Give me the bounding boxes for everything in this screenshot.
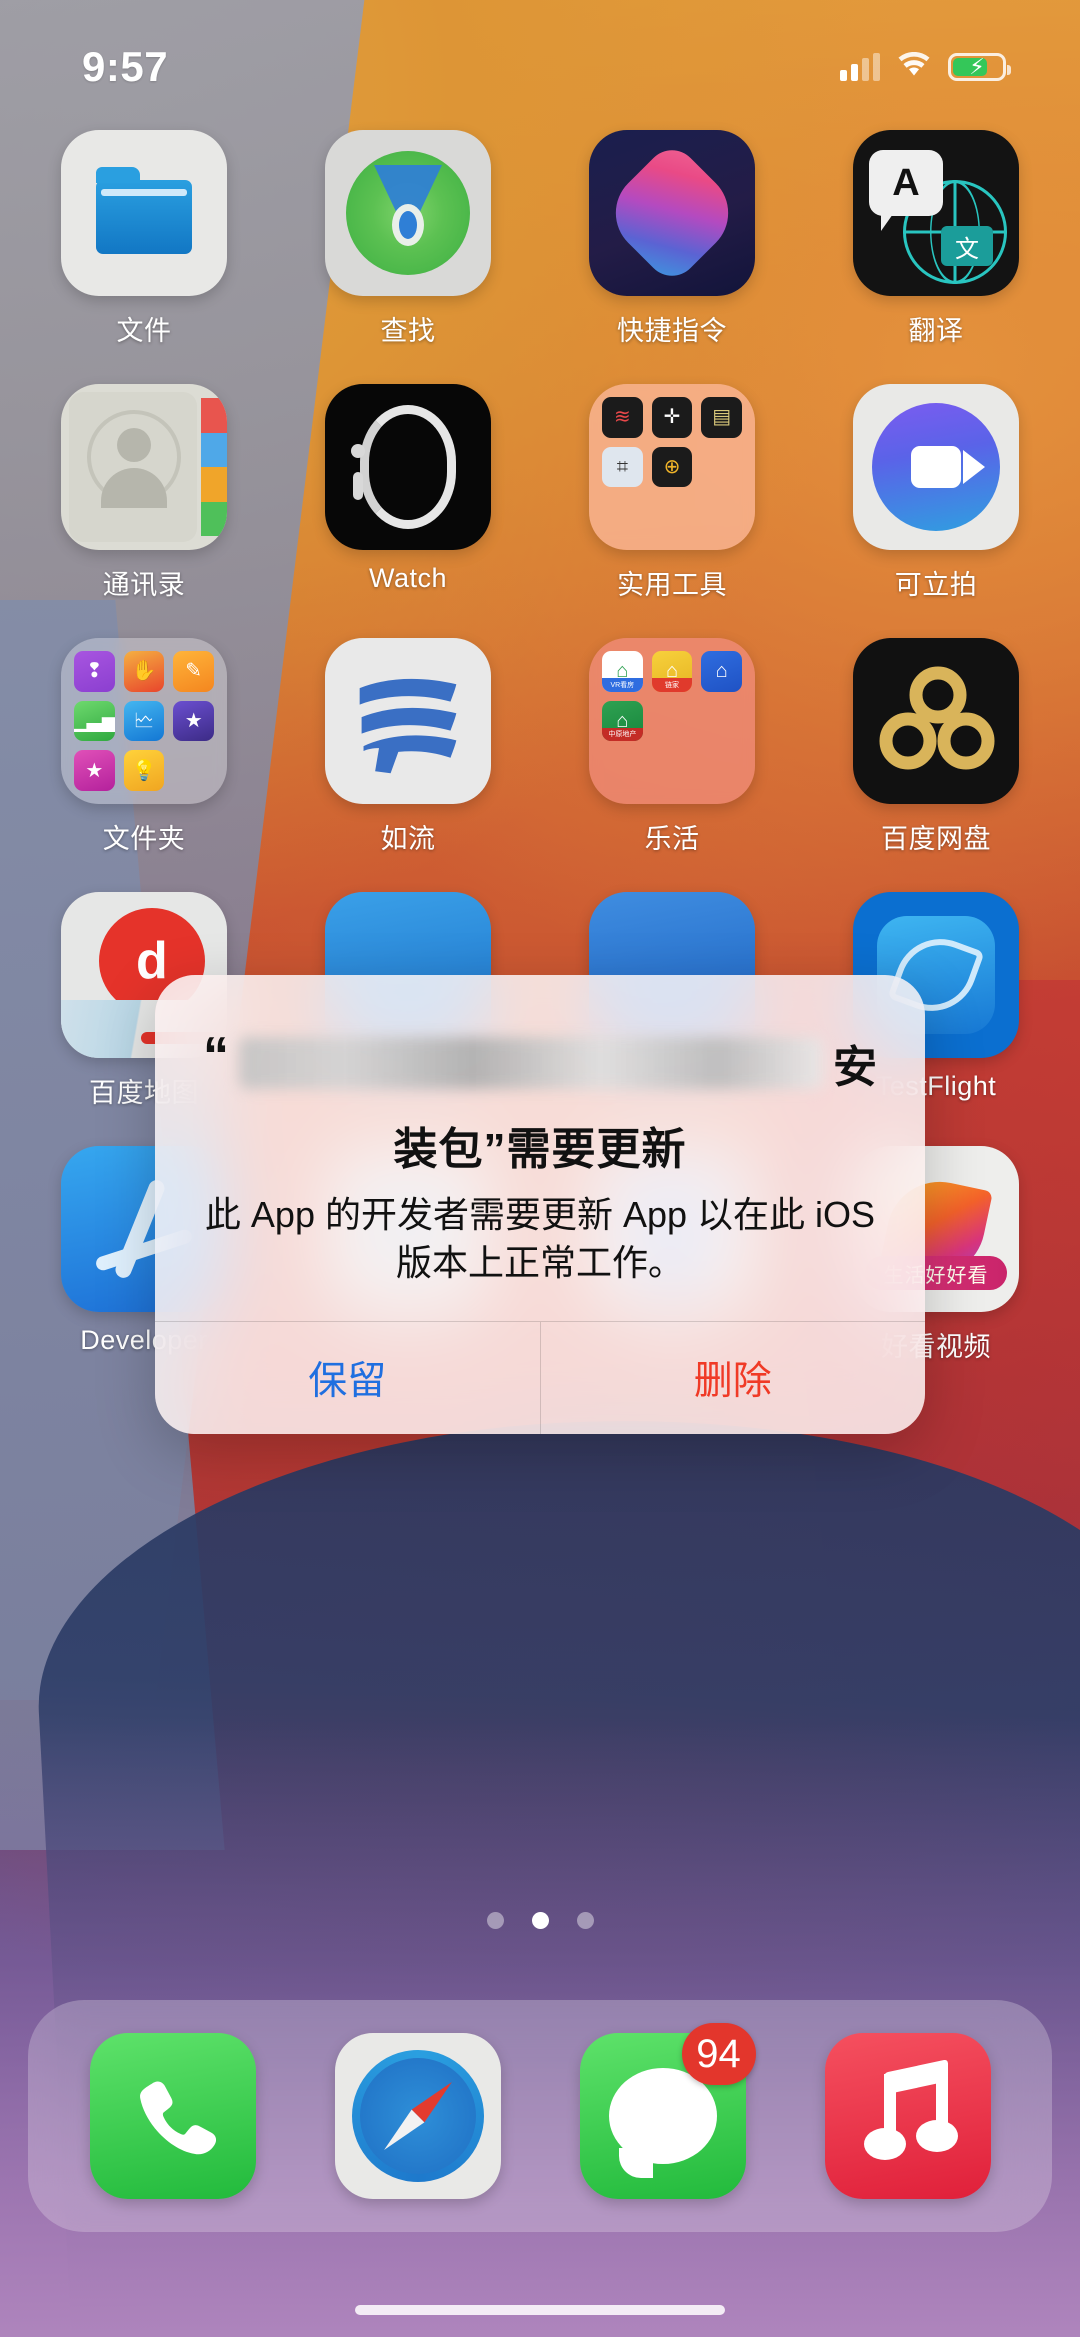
dock-app-music[interactable] — [824, 2033, 991, 2199]
pages-mini-icon: ✎ — [173, 651, 214, 692]
lianjia-mini-icon: ⌂ 链家 — [651, 651, 693, 692]
contacts-app-icon[interactable] — [61, 384, 227, 550]
app-clips[interactable]: 可立拍 — [836, 384, 1036, 602]
app-ruliu[interactable]: 如流 — [308, 638, 508, 856]
app-label: 文件 — [116, 316, 172, 346]
app-label: 如流 — [380, 824, 436, 854]
garageband-mini-icon: ✋ — [123, 651, 165, 692]
app-contacts[interactable]: 通讯录 — [44, 384, 244, 602]
home-indicator[interactable] — [355, 2305, 725, 2315]
clips-app-icon[interactable] — [853, 384, 1019, 550]
folder-utilities[interactable]: ≋ ✛ ▤ ⌗ ⊕ 实用工具 — [572, 384, 772, 602]
app-label: 快捷指令 — [617, 316, 727, 346]
app-label: 文件夹 — [102, 824, 186, 854]
podcasts-mini-icon: ❢ — [74, 651, 115, 692]
imovie-mini-icon: ★ — [173, 700, 214, 742]
dock-app-safari[interactable] — [334, 2033, 501, 2199]
voice-memos-mini-icon: ≋ — [602, 397, 643, 438]
keynote-mini-icon: 🗠 — [123, 700, 165, 742]
app-label: Watch — [368, 563, 447, 593]
ideas-mini-icon: 💡 — [123, 750, 165, 791]
app-label: 实用工具 — [617, 570, 727, 600]
status-bar-indicators: ⚡ — [840, 51, 1011, 83]
app-findmy[interactable]: 查找 — [308, 130, 508, 348]
shortcuts-app-icon[interactable] — [589, 130, 755, 296]
zhongyuan-mini-icon: ⌂ 中原地产 — [602, 700, 643, 742]
app-watch[interactable]: Watch — [308, 384, 508, 602]
app-row-1: 文件 查找 快捷指令 文A 翻译 — [44, 130, 1036, 348]
app-update-alert-dialog: “ 安 装包”需要更新 此 App 的开发者需要更新 App 以在此 iOS 版… — [155, 975, 926, 1435]
calculator-mini-icon: ⌗ — [602, 446, 643, 488]
app-label: 通讯录 — [102, 570, 186, 600]
phone-app-icon[interactable] — [89, 2033, 256, 2199]
dock-app-messages[interactable]: 94 — [579, 2023, 756, 2199]
app-label: 可立拍 — [894, 570, 978, 600]
magnifier-mini-icon: ⊕ — [651, 446, 693, 488]
alert-body: “ 安 装包”需要更新 此 App 的开发者需要更新 App 以在此 iOS 版… — [155, 975, 925, 1321]
app-translate[interactable]: 文A 翻译 — [836, 130, 1036, 348]
measure-mini-icon: ▤ — [701, 397, 742, 438]
dock-app-phone[interactable] — [89, 2033, 256, 2199]
app-row-3: ❢ ✋ ✎ ▁▃▅ 🗠 ★ ★ 💡 文件夹 如流 ⌂ VR看房 ⌂ 链家 ⌂ ⌂… — [44, 638, 1036, 856]
files-app-icon[interactable] — [61, 130, 227, 296]
alert-redacted-app-name — [239, 1037, 823, 1089]
folder-lehuo[interactable]: ⌂ VR看房 ⌂ 链家 ⌂ ⌂ 中原地产 乐活 — [572, 638, 772, 856]
beike-mini-icon: ⌂ — [701, 651, 742, 692]
utilities-folder-icon[interactable]: ≋ ✛ ▤ ⌗ ⊕ — [589, 384, 755, 550]
app-baidu-netdisk[interactable]: 百度网盘 — [836, 638, 1036, 856]
page-indicator-dots[interactable] — [0, 1912, 1080, 1929]
app-shortcuts[interactable]: 快捷指令 — [572, 130, 772, 348]
folder-apps[interactable]: ❢ ✋ ✎ ▁▃▅ 🗠 ★ ★ 💡 文件夹 — [44, 638, 244, 856]
messages-unread-badge: 94 — [681, 2023, 756, 2085]
itunes-u-mini-icon: ★ — [74, 750, 115, 791]
page-dot-2-active[interactable] — [531, 1912, 549, 1929]
app-files[interactable]: 文件 — [44, 130, 244, 348]
vr-home-mini-icon: ⌂ VR看房 — [602, 651, 643, 692]
status-bar: 9:57 ⚡ — [0, 0, 1080, 108]
delete-button[interactable]: 删除 — [541, 1322, 926, 1434]
alert-title-line-1: “ 安 — [203, 1015, 877, 1111]
app-label: 百度网盘 — [881, 824, 991, 854]
alert-message: 此 App 的开发者需要更新 App 以在此 iOS 版本上正常工作。 — [204, 1194, 876, 1284]
app-label: 查找 — [380, 316, 436, 346]
numbers-mini-icon: ▁▃▅ — [74, 700, 115, 742]
music-app-icon[interactable] — [824, 2033, 991, 2199]
alert-title-tail: 安 — [833, 1043, 877, 1092]
compass-mini-icon: ✛ — [651, 397, 693, 438]
alert-buttons: 保留 删除 — [155, 1321, 926, 1435]
status-bar-clock: 9:57 — [82, 43, 169, 90]
apps-folder-icon[interactable]: ❢ ✋ ✎ ▁▃▅ 🗠 ★ ★ 💡 — [61, 638, 227, 804]
dock: 94 — [28, 2000, 1052, 2232]
iphone-home-screen: 9:57 ⚡ 文件 查找 快捷指令 文 A 翻译 通讯录 Watch ≋ ✛ ▤… — [0, 0, 1080, 2337]
watch-app-icon[interactable] — [325, 384, 491, 550]
app-label: 翻译 — [908, 316, 964, 346]
safari-app-icon[interactable] — [334, 2033, 501, 2199]
app-row-2: 通讯录 Watch ≋ ✛ ▤ ⌗ ⊕ 实用工具 可立拍 — [44, 384, 1036, 602]
battery-charging-icon: ⚡ — [948, 53, 1011, 81]
keep-button[interactable]: 保留 — [155, 1322, 541, 1435]
page-dot-3[interactable] — [576, 1912, 594, 1929]
baidu-netdisk-app-icon[interactable] — [853, 638, 1019, 804]
translate-app-icon[interactable]: 文A — [853, 130, 1019, 296]
cellular-signal-icon — [840, 53, 880, 81]
app-label: 乐活 — [644, 824, 700, 854]
alert-open-quote: “ — [203, 1027, 229, 1085]
find-my-app-icon[interactable] — [325, 130, 491, 296]
page-dot-1[interactable] — [486, 1912, 504, 1929]
ruliu-app-icon[interactable] — [325, 638, 491, 804]
alert-title-line-2: 装包”需要更新 — [393, 1125, 687, 1174]
wifi-icon — [897, 51, 931, 83]
lehuo-folder-icon[interactable]: ⌂ VR看房 ⌂ 链家 ⌂ ⌂ 中原地产 — [589, 638, 755, 804]
